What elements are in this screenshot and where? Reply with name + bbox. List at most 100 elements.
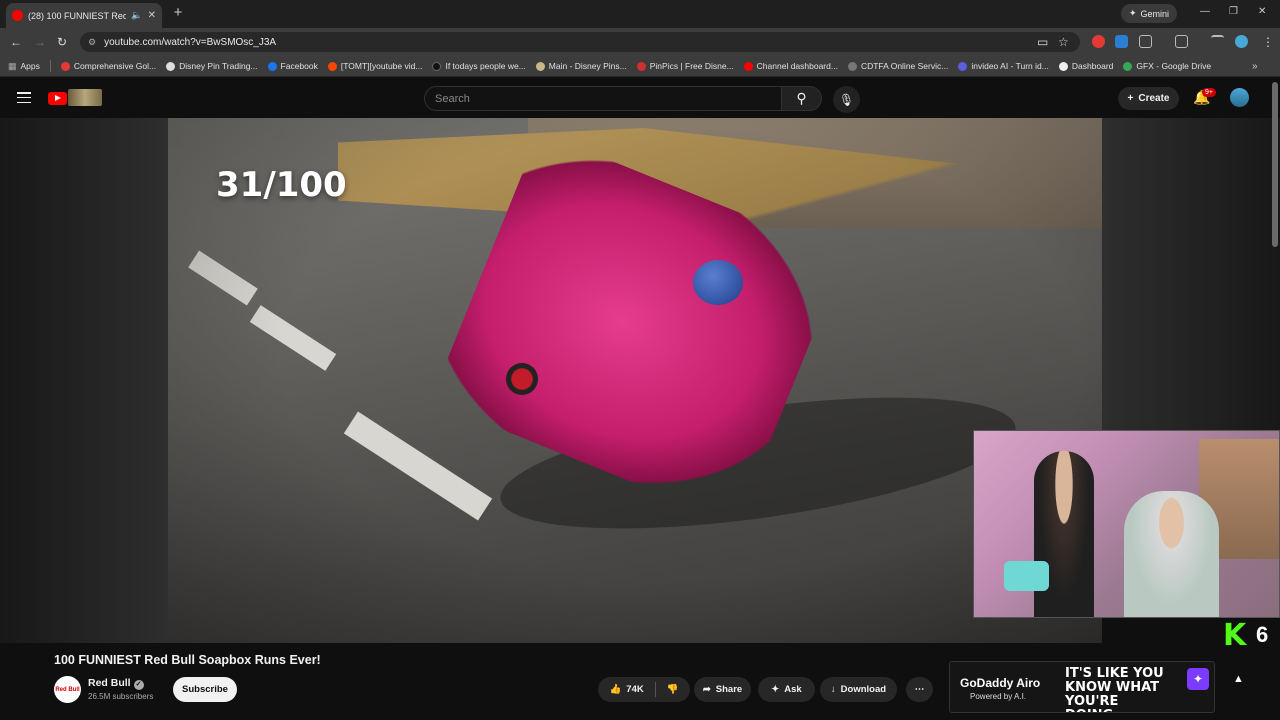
kick-logo-icon: K	[1223, 618, 1247, 653]
bookmark-star-icon[interactable]: ☆	[1058, 35, 1069, 49]
player-ambient-right	[1102, 118, 1280, 430]
ask-sparkle-icon: ✦	[771, 684, 780, 695]
install-app-icon[interactable]: ▭	[1037, 35, 1048, 49]
restore-icon[interactable]: ❐	[1229, 6, 1238, 17]
sponsored-ad[interactable]: GoDaddy Airo Powered by A.I. IT'S LIKE Y…	[949, 661, 1215, 713]
more-actions-button[interactable]: ⋯	[906, 677, 933, 702]
voice-search-button[interactable]: 🎙	[833, 86, 860, 113]
bookmark-9[interactable]: CDTFA Online Servic...	[847, 61, 948, 71]
extension-red-icon[interactable]	[1092, 35, 1105, 48]
bookmark-5[interactable]: If todays people we...	[432, 61, 526, 71]
browser-tab-strip: (28) 100 FUNNIEST Red Bull 🔈 ✕ + ✦ Gemin…	[0, 0, 1280, 28]
browser-menu-icon[interactable]: ⋮	[1262, 35, 1274, 49]
channel-name[interactable]: Red Bull ✓	[88, 677, 144, 690]
player-ambient-left	[0, 118, 168, 643]
like-button[interactable]: 👍 74K	[609, 684, 643, 695]
bookmark-1[interactable]: Comprehensive Gol...	[60, 61, 156, 71]
bookmarks-bar: ▦ Apps Comprehensive Gol... Disney Pin Tr…	[0, 56, 1280, 77]
bookmark-6[interactable]: Main - Disney Pins...	[535, 61, 627, 71]
menu-icon[interactable]	[17, 92, 31, 103]
more-bookmarks-icon[interactable]: »	[1252, 61, 1258, 72]
speaker-icon[interactable]: 🔈	[131, 10, 142, 21]
google-drive-icon	[1123, 61, 1133, 71]
bookmark-favicon-icon	[166, 61, 176, 71]
bookmark-10[interactable]: invideo AI - Turn id...	[958, 61, 1049, 71]
invideo-icon	[958, 61, 968, 71]
youtube-logo-icon[interactable]	[48, 92, 67, 105]
media-controls-icon[interactable]	[1211, 35, 1224, 48]
youtube-favicon-icon	[12, 10, 23, 21]
bookmark-12[interactable]: GFX - Google Drive	[1123, 61, 1211, 71]
search-input[interactable]: Search	[424, 86, 782, 111]
profile-icon[interactable]	[1235, 35, 1248, 48]
pinpics-icon	[636, 61, 646, 71]
channel-avatar[interactable]: Red Bull	[54, 676, 81, 703]
window-close-icon[interactable]: ✕	[1258, 6, 1266, 17]
webcam-overlay	[973, 430, 1280, 618]
gemini-sparkle-icon: ✦	[1128, 8, 1137, 18]
close-tab-icon[interactable]: ✕	[148, 10, 156, 21]
download-icon: ↓	[830, 684, 836, 695]
microphone-icon: 🎙	[838, 92, 855, 107]
reload-icon[interactable]: ↻	[57, 35, 67, 49]
extension-blue-icon[interactable]	[1115, 35, 1128, 48]
page-scrollbar[interactable]	[1272, 82, 1278, 247]
video-player[interactable]: 31/100	[168, 118, 1102, 643]
create-button[interactable]: + Create	[1118, 87, 1179, 110]
bookmark-11[interactable]: Dashboard	[1058, 61, 1113, 71]
reddit-icon	[327, 61, 337, 71]
search-icon: ⚲	[796, 90, 807, 106]
like-divider	[654, 682, 656, 697]
ad-tagline: IT'S LIKE YOU KNOW WHAT YOU'RE DOING.	[1065, 666, 1164, 713]
address-bar[interactable]: ⚙ youtube.com/watch?v=BwSMOsc_J3A	[80, 32, 1080, 52]
sidebar-icon[interactable]	[1175, 35, 1188, 48]
extensions-puzzle-icon[interactable]	[1139, 35, 1152, 48]
ask-button[interactable]: ✦ Ask	[758, 677, 815, 702]
search-button[interactable]: ⚲	[781, 86, 822, 111]
like-dislike-group: 👍 74K 👎	[598, 677, 690, 702]
subscriber-count: 26.5M subscribers	[88, 692, 154, 701]
bookmark-8[interactable]: Channel dashboard...	[743, 61, 838, 71]
bookmark-4[interactable]: [TOMT][youtube vid...	[327, 61, 422, 71]
bookmark-favicon-icon	[535, 61, 545, 71]
webcam-cake	[1004, 561, 1049, 591]
youtube-doodle[interactable]	[68, 89, 102, 106]
thumbs-down-icon: 👎	[666, 684, 679, 695]
back-icon[interactable]: ←	[10, 35, 22, 49]
minimize-icon[interactable]: —	[1200, 6, 1210, 17]
kick-viewer-count: 6	[1256, 622, 1269, 647]
more-horizontal-icon: ⋯	[914, 684, 925, 695]
gemini-button[interactable]: ✦ Gemini	[1121, 4, 1177, 23]
plus-icon: +	[1127, 93, 1134, 104]
url-text: youtube.com/watch?v=BwSMOsc_J3A	[104, 36, 277, 48]
tiktok-icon	[432, 61, 442, 71]
facebook-icon	[267, 61, 277, 71]
browser-tab-youtube[interactable]: (28) 100 FUNNIEST Red Bull 🔈 ✕	[6, 3, 162, 28]
verified-check-icon: ✓	[133, 680, 144, 690]
youtube-studio-icon	[743, 61, 753, 71]
bookmark-apps[interactable]: ▦ Apps	[8, 61, 40, 72]
download-button[interactable]: ↓ Download	[820, 677, 897, 702]
dislike-button[interactable]: 👎	[667, 684, 679, 695]
bookmark-2[interactable]: Disney Pin Trading...	[166, 61, 258, 71]
mouse-cursor-icon: ▲	[1233, 673, 1244, 685]
magic-wand-icon: ✦	[1187, 668, 1209, 690]
webcam-person-left	[1034, 451, 1094, 617]
ad-sub: Powered by A.I.	[970, 692, 1027, 701]
video-title: 100 FUNNIEST Red Bull Soapbox Runs Ever!	[54, 653, 321, 667]
apps-grid-icon: ▦	[8, 60, 17, 71]
browser-toolbar: ← → ↻ ⚙ youtube.com/watch?v=BwSMOsc_J3A …	[0, 28, 1280, 56]
bookmark-3[interactable]: Facebook	[267, 61, 318, 71]
forward-icon[interactable]: →	[34, 35, 46, 49]
bookmark-7[interactable]: PinPics | Free Disne...	[636, 61, 734, 71]
gemini-label: Gemini	[1140, 8, 1170, 19]
ad-brand: GoDaddy Airo	[960, 676, 1041, 690]
site-info-icon[interactable]: ⚙	[88, 37, 96, 48]
account-avatar[interactable]	[1230, 88, 1249, 107]
new-tab-button[interactable]: +	[169, 4, 187, 22]
tab-title: (28) 100 FUNNIEST Red Bull	[28, 10, 127, 21]
share-button[interactable]: ➦ Share	[694, 677, 751, 702]
notification-badge: 9+	[1202, 88, 1216, 97]
subscribe-button[interactable]: Subscribe	[173, 677, 237, 702]
share-icon: ➦	[702, 684, 711, 695]
